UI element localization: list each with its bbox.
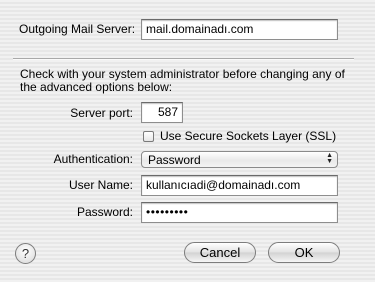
separator [13, 58, 354, 60]
password-input[interactable]: ••••••••• [141, 202, 338, 223]
help-button[interactable]: ? [15, 243, 36, 264]
cancel-button[interactable]: Cancel [184, 242, 256, 263]
ssl-label: Use Secure Sockets Layer (SSL) [160, 129, 337, 143]
authentication-label: Authentication: [53, 152, 133, 166]
password-label: Password: [76, 205, 133, 219]
ok-button[interactable]: OK [268, 242, 340, 263]
user-name-input[interactable]: kullanıcıadi@domainadı.com [141, 175, 338, 196]
popup-arrows-icon: ▲ ▼ [326, 152, 333, 165]
server-port-input[interactable]: 587 [141, 102, 183, 123]
outgoing-server-input[interactable]: mail.domainadı.com [141, 19, 338, 40]
server-port-label: Server port: [70, 106, 133, 120]
outgoing-server-label: Outgoing Mail Server: [19, 22, 136, 36]
authentication-popup[interactable]: Password ▲ ▼ [141, 151, 338, 168]
user-name-label: User Name: [68, 178, 133, 192]
authentication-value: Password [148, 153, 201, 167]
notice-line-2: the advanced options below: [20, 80, 173, 94]
ssl-checkbox[interactable] [143, 131, 154, 142]
